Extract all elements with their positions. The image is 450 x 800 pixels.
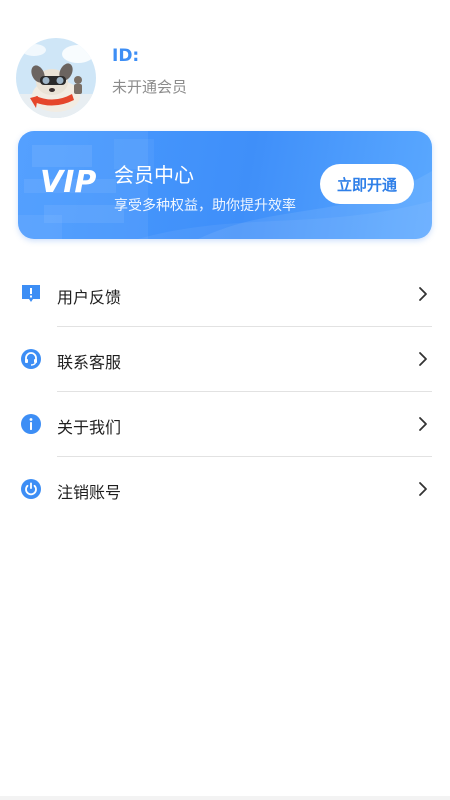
profile-page: ID: 未开通会员 VIP 会员中心 享受多种权益，助你提升效率 立即开通 用户… bbox=[0, 0, 450, 800]
info-icon bbox=[21, 414, 41, 434]
avatar[interactable] bbox=[16, 38, 96, 118]
chevron-right-icon bbox=[419, 352, 427, 366]
vip-banner[interactable]: VIP 会员中心 享受多种权益，助你提升效率 立即开通 bbox=[18, 131, 432, 239]
vip-subtitle: 享受多种权益，助你提升效率 bbox=[114, 198, 296, 214]
chevron-right-icon bbox=[419, 287, 427, 301]
chevron-right-icon bbox=[419, 482, 427, 496]
member-status: 未开通会员 bbox=[112, 78, 188, 96]
user-id-label: ID: bbox=[112, 46, 140, 66]
avatar-image bbox=[16, 38, 96, 118]
settings-menu: 用户反馈 联系客服 关于我们 注销账号 bbox=[0, 262, 450, 522]
headset-icon bbox=[21, 349, 41, 369]
menu-item-label: 用户反馈 bbox=[57, 288, 122, 307]
chevron-right-icon bbox=[419, 417, 427, 431]
menu-item-label: 注销账号 bbox=[57, 483, 122, 502]
menu-item-feedback[interactable]: 用户反馈 bbox=[0, 262, 450, 327]
profile-header: ID: 未开通会员 bbox=[16, 38, 436, 118]
menu-item-about-us[interactable]: 关于我们 bbox=[0, 392, 450, 457]
menu-item-label: 联系客服 bbox=[57, 353, 122, 372]
menu-item-label: 关于我们 bbox=[57, 418, 122, 437]
bottom-edge bbox=[0, 796, 450, 800]
power-icon bbox=[21, 479, 41, 499]
menu-item-delete-account[interactable]: 注销账号 bbox=[0, 457, 450, 522]
activate-vip-button[interactable]: 立即开通 bbox=[320, 164, 414, 204]
vip-title: 会员中心 bbox=[114, 163, 194, 187]
feedback-icon bbox=[22, 285, 40, 302]
svg-text:VIP: VIP bbox=[40, 165, 96, 198]
menu-item-customer-service[interactable]: 联系客服 bbox=[0, 327, 450, 392]
vip-logo-icon: VIP bbox=[40, 165, 96, 198]
